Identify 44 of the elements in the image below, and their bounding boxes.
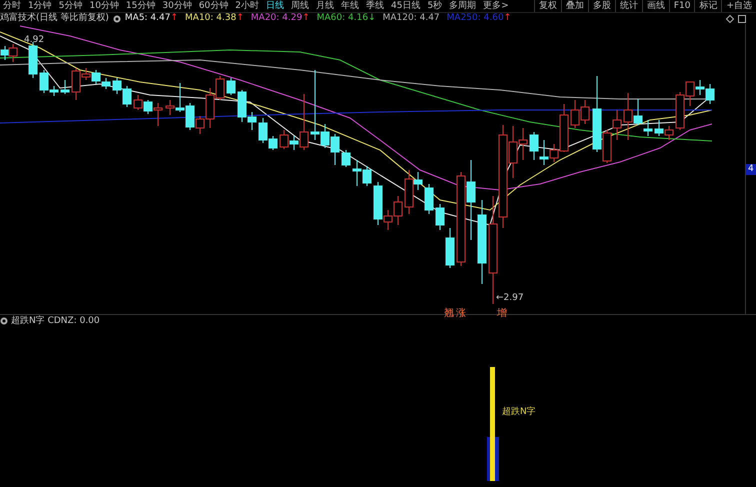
period-tab[interactable]: 季线 bbox=[366, 2, 384, 10]
period-tab[interactable]: 年线 bbox=[341, 2, 360, 10]
moving-average-value: MA20: 4.29↑ bbox=[250, 14, 310, 23]
period-tab[interactable]: 周线 bbox=[291, 2, 310, 10]
period-tab[interactable]: 日线 bbox=[266, 2, 284, 10]
period-tab[interactable]: 1分钟 bbox=[28, 2, 52, 10]
moving-average-value: MA250: 4.60↑ bbox=[446, 14, 512, 23]
price-axis-label: 4 bbox=[746, 164, 756, 174]
period-tab[interactable]: 10分钟 bbox=[89, 2, 119, 10]
high-price-label: 4.92 bbox=[24, 36, 44, 45]
toolbar-button[interactable]: +自选 bbox=[721, 0, 756, 12]
square-icon[interactable] bbox=[738, 14, 746, 22]
chart-title: 鸡富技术(日线 等比前复权) bbox=[0, 14, 109, 23]
toolbar-button[interactable]: 画线 bbox=[642, 0, 669, 12]
toolbar-button[interactable]: F10 bbox=[668, 0, 694, 12]
settings-icon[interactable] bbox=[0, 317, 8, 325]
settings-icon[interactable] bbox=[112, 14, 121, 22]
diamond-icon[interactable] bbox=[726, 14, 734, 22]
period-tab[interactable]: 5分钟 bbox=[58, 2, 82, 10]
moving-average-value: MA60: 4.16↓ bbox=[316, 14, 376, 23]
moving-average-value: MA10: 4.38↑ bbox=[185, 14, 244, 23]
signal-label: 翘 bbox=[444, 309, 454, 319]
period-tab[interactable]: 60分钟 bbox=[198, 2, 228, 10]
low-price-label: ←2.97 bbox=[496, 294, 524, 303]
moving-average-value: MA5: 4.47↑ bbox=[124, 14, 178, 23]
toolbar-button[interactable]: 标记 bbox=[694, 0, 722, 12]
period-tab[interactable]: 15分钟 bbox=[126, 2, 156, 10]
period-tab[interactable]: 分时 bbox=[3, 2, 21, 10]
signal-label: 增 bbox=[497, 309, 507, 319]
moving-average-value: MA120: 4.47 bbox=[382, 14, 440, 23]
period-tab[interactable]: 更多> bbox=[483, 2, 509, 10]
period-tab[interactable]: 5秒 bbox=[427, 2, 442, 10]
period-tab[interactable]: 2小时 bbox=[235, 2, 260, 10]
toolbar-button[interactable]: 复权 bbox=[534, 0, 561, 12]
signal-label: 涨 bbox=[456, 309, 466, 319]
toolbar-button[interactable]: 叠加 bbox=[560, 0, 588, 12]
period-tab[interactable]: 月线 bbox=[316, 2, 334, 10]
period-tab[interactable]: 30分钟 bbox=[162, 2, 192, 10]
period-tab[interactable]: 45日线 bbox=[391, 2, 420, 10]
indicator-signal-label: 超跌N字 bbox=[502, 408, 536, 417]
indicator-title: 超跌N字 CDNZ: 0.00 bbox=[11, 316, 100, 326]
toolbar-button[interactable]: 多股 bbox=[588, 0, 615, 12]
period-tab[interactable]: 多周期 bbox=[449, 2, 476, 10]
toolbar-button[interactable]: 统计 bbox=[614, 0, 642, 12]
